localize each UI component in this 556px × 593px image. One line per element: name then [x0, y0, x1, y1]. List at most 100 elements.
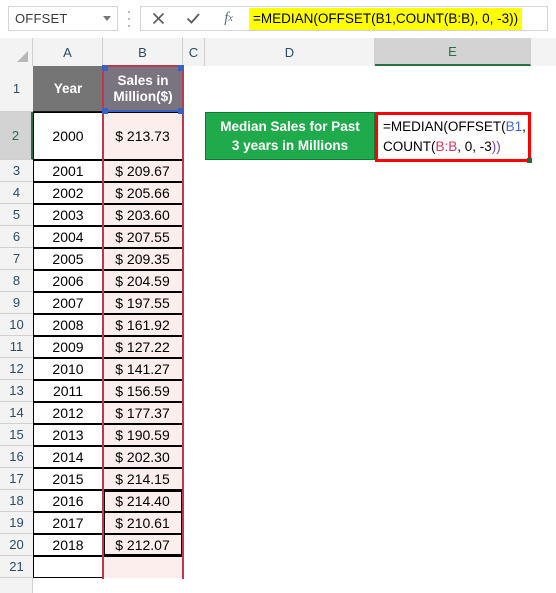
name-box-value: OFFSET	[15, 11, 68, 26]
cell-a4[interactable]: 2002	[33, 182, 103, 204]
column-header-b[interactable]: B	[103, 38, 183, 66]
median-label-line1: Median Sales for Past	[220, 119, 360, 134]
formula-segment-1: =MEDIAN(OFFSET(	[383, 119, 506, 134]
cell-b19[interactable]: $ 210.61	[103, 512, 183, 534]
row-header-17[interactable]: 17	[0, 468, 33, 490]
cell-a1[interactable]: Year	[33, 66, 103, 112]
cells-layer: Year Sales in Million($) 2000 2001 2002 …	[33, 65, 556, 593]
cell-b18[interactable]: $ 214.40	[103, 490, 183, 512]
column-header-f[interactable]	[531, 38, 556, 66]
cell-a14[interactable]: 2012	[33, 402, 103, 424]
cell-b8[interactable]: $ 204.59	[103, 270, 183, 292]
cell-b4[interactable]: $ 205.66	[103, 182, 183, 204]
row-header-14[interactable]: 14	[0, 402, 33, 424]
cell-a19[interactable]: 2017	[33, 512, 103, 534]
formula-ref-b1: B1	[505, 119, 523, 134]
name-box[interactable]: OFFSET	[8, 6, 118, 31]
cell-b20[interactable]: $ 212.07	[103, 534, 183, 556]
row-header-10[interactable]: 10	[0, 314, 33, 336]
cell-b9[interactable]: $ 197.55	[103, 292, 183, 314]
cell-b2[interactable]: $ 213.73	[103, 112, 183, 160]
formula-segment-3: , 0, -3	[457, 139, 492, 154]
cell-a5[interactable]: 2003	[33, 204, 103, 226]
cell-b17[interactable]: $ 214.15	[103, 468, 183, 490]
median-label-line2: 3 years in Millions	[231, 138, 349, 153]
row-header-16[interactable]: 16	[0, 446, 33, 468]
median-label-cell[interactable]: Median Sales for Past 3 years in Million…	[205, 112, 375, 160]
cell-b12[interactable]: $ 141.27	[103, 358, 183, 380]
cell-b6[interactable]: $ 207.55	[103, 226, 183, 248]
cell-b15[interactable]: $ 190.59	[103, 424, 183, 446]
chevron-down-icon[interactable]	[103, 16, 111, 21]
formula-bar: OFFSET fx =MEDIAN(OFFSET(B1,COUNT(B:B), …	[0, 0, 556, 38]
cell-a10[interactable]: 2008	[33, 314, 103, 336]
row-header-12[interactable]: 12	[0, 358, 33, 380]
cell-a7[interactable]: 2005	[33, 248, 103, 270]
row-header-3[interactable]: 3	[0, 160, 33, 182]
row-header-1[interactable]: 1	[0, 66, 33, 112]
range-handle-top-left[interactable]	[102, 65, 108, 71]
cell-a20[interactable]: 2018	[33, 534, 103, 556]
column-header-c[interactable]: C	[183, 38, 205, 66]
range-handle-bottom-right[interactable]	[178, 108, 184, 114]
cell-b14[interactable]: $ 177.37	[103, 402, 183, 424]
row-header-2[interactable]: 2	[0, 112, 33, 160]
fill-handle[interactable]	[527, 158, 532, 163]
row-header-4[interactable]: 4	[0, 182, 33, 204]
column-header-row: A B C D E	[0, 38, 556, 66]
column-header-d[interactable]: D	[205, 38, 375, 66]
range-handle-top-right[interactable]	[178, 65, 184, 71]
row-header-8[interactable]: 8	[0, 270, 33, 292]
fx-icon[interactable]: fx	[216, 9, 242, 29]
select-all-button[interactable]	[0, 38, 33, 66]
row-header-7[interactable]: 7	[0, 248, 33, 270]
row-header-11[interactable]: 11	[0, 336, 33, 358]
cell-b10[interactable]: $ 161.92	[103, 314, 183, 336]
range-handle-bottom-left[interactable]	[102, 108, 108, 114]
cell-b3[interactable]: $ 209.67	[103, 160, 183, 182]
column-header-a[interactable]: A	[33, 38, 103, 66]
row-header-20[interactable]: 20	[0, 534, 33, 556]
cell-a17[interactable]: 2015	[33, 468, 103, 490]
row-header-15[interactable]: 15	[0, 424, 33, 446]
close-icon[interactable]	[146, 9, 172, 29]
cell-a2[interactable]: 2000	[33, 112, 103, 160]
row-header-21[interactable]: 21	[0, 556, 33, 578]
cell-b16[interactable]: $ 202.30	[103, 446, 183, 468]
row-header-5[interactable]: 5	[0, 204, 33, 226]
row-header-13[interactable]: 13	[0, 380, 33, 402]
cell-b1[interactable]: Sales in Million($)	[103, 66, 183, 112]
row-header-9[interactable]: 9	[0, 292, 33, 314]
row-header-19[interactable]: 19	[0, 512, 33, 534]
formula-bar-grip[interactable]	[127, 11, 131, 27]
cell-a12[interactable]: 2010	[33, 358, 103, 380]
range-anchor-line	[104, 110, 182, 112]
formula-ref-bb: B:B	[435, 139, 458, 154]
cell-b1-line1: Sales in	[117, 72, 169, 88]
cell-a18[interactable]: 2016	[33, 490, 103, 512]
cell-b5[interactable]: $ 203.60	[103, 204, 183, 226]
cell-a16[interactable]: 2014	[33, 446, 103, 468]
formula-input-text: =MEDIAN(OFFSET(B1,COUNT(B:B), 0, -3))	[249, 7, 523, 30]
spreadsheet-grid: A B C D E 1 2 3 4 5 6 7 8 9 10 11 12 13 …	[0, 38, 556, 593]
select-all-triangle-icon	[17, 51, 28, 62]
column-header-e[interactable]: E	[375, 38, 531, 66]
cell-a3[interactable]: 2001	[33, 160, 103, 182]
cell-a11[interactable]: 2009	[33, 336, 103, 358]
cell-a13[interactable]: 2011	[33, 380, 103, 402]
cell-a9[interactable]: 2007	[33, 292, 103, 314]
cell-e2-formula-editing[interactable]: =MEDIAN(OFFSET(B1, COUNT(B:B, 0, -3))	[375, 112, 531, 162]
formula-input[interactable]: =MEDIAN(OFFSET(B1,COUNT(B:B), 0, -3))	[246, 6, 548, 31]
cell-b13[interactable]: $ 156.59	[103, 380, 183, 402]
check-icon[interactable]	[181, 9, 207, 29]
cell-a15[interactable]: 2013	[33, 424, 103, 446]
cell-b11[interactable]: $ 127.22	[103, 336, 183, 358]
column-b-range-top	[102, 65, 184, 67]
row-header-18[interactable]: 18	[0, 490, 33, 512]
cell-b7[interactable]: $ 209.35	[103, 248, 183, 270]
cell-a21[interactable]	[33, 556, 103, 578]
cell-a8[interactable]: 2006	[33, 270, 103, 292]
cell-b1-line2: Million($)	[113, 88, 173, 104]
cell-a6[interactable]: 2004	[33, 226, 103, 248]
row-header-6[interactable]: 6	[0, 226, 33, 248]
